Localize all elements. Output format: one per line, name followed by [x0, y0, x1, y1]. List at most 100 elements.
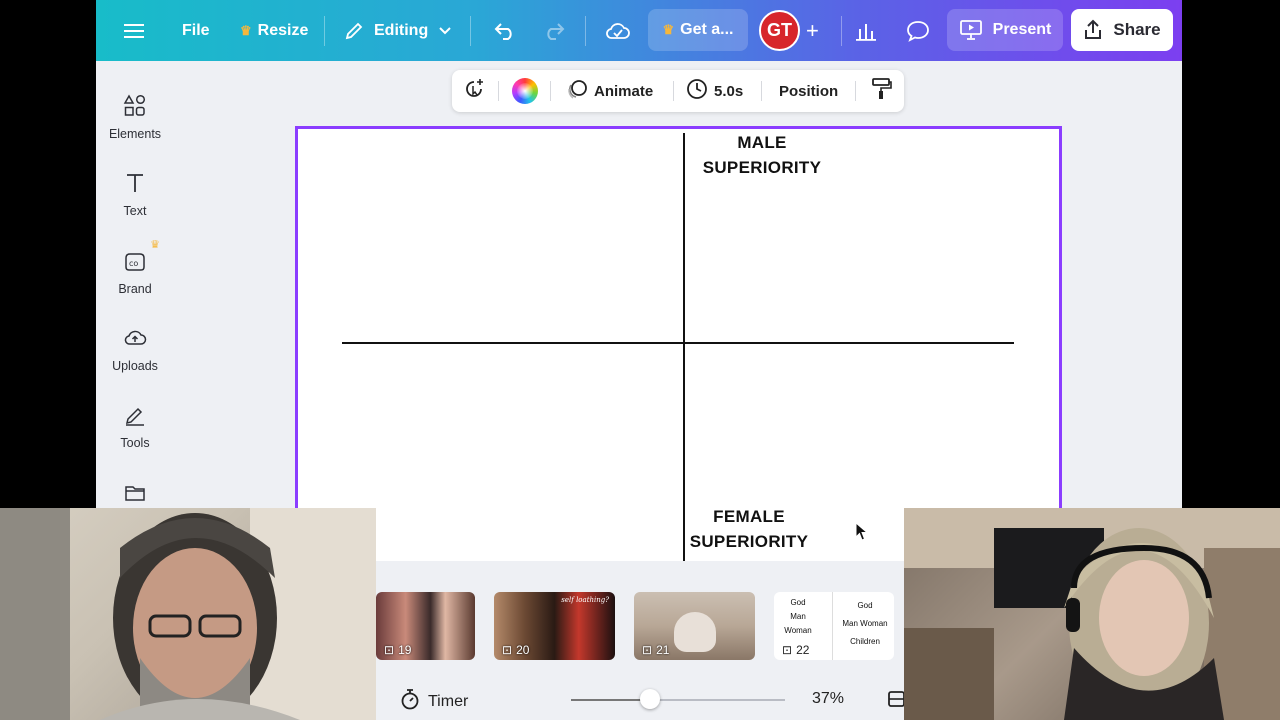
timer-label: Timer	[428, 692, 469, 710]
zoom-percentage[interactable]: 37%	[812, 690, 844, 708]
sidebar-item-label: Elements	[108, 127, 162, 141]
screen: File ♛ Resize Editing ♛ Get a... GT + Pr…	[0, 0, 1280, 720]
divider	[673, 81, 674, 101]
context-toolbar: Animate 5.0s Position	[452, 70, 904, 112]
divider	[498, 81, 499, 101]
top-axis-label[interactable]: MALE SUPERIORITY	[692, 130, 832, 180]
chevron-down-icon	[438, 26, 452, 36]
webcam-left-person	[0, 508, 376, 720]
brand-icon: co ♛	[122, 239, 160, 274]
paint-roller-icon	[870, 77, 892, 105]
hamburger-icon	[124, 23, 144, 39]
timing-button[interactable]: 5.0s	[686, 70, 743, 112]
timer-button[interactable]: Timer	[400, 688, 468, 715]
comments-button[interactable]	[906, 0, 930, 61]
duration-label: 5.0s	[714, 82, 744, 100]
text-icon	[122, 170, 148, 196]
sidebar-item-elements[interactable]: Elements	[96, 93, 174, 141]
divider	[550, 81, 551, 101]
top-label-line1: MALE	[737, 133, 787, 152]
bottom-label-line2: SUPERIORITY	[689, 532, 809, 551]
bar-chart-icon	[855, 21, 877, 41]
resize-label: Resize	[257, 21, 309, 39]
avatar-initials: GT	[767, 20, 792, 40]
divider	[324, 16, 325, 46]
editing-label: Editing	[374, 21, 429, 39]
get-pro-button[interactable]: ♛ Get a...	[648, 9, 748, 51]
zoom-slider-handle[interactable]	[640, 689, 661, 709]
pencil-icon	[344, 21, 364, 41]
resize-button[interactable]: ♛ Resize	[240, 0, 308, 61]
divider	[841, 16, 842, 46]
cloud-check-icon	[605, 21, 631, 41]
present-icon	[959, 19, 983, 41]
thumbnail-caption: self loathing?	[561, 596, 609, 604]
file-label: File	[182, 21, 210, 39]
sidebar-item-uploads[interactable]: Uploads	[96, 325, 174, 373]
slides-icon: ⊡	[642, 643, 653, 657]
animate-button[interactable]: Animate	[566, 70, 653, 112]
webcam-feed-right	[904, 508, 1280, 720]
bottom-axis-label[interactable]: FEMALE SUPERIORITY	[679, 504, 819, 554]
crown-icon: ♛	[150, 239, 160, 251]
slides-icon: ⊡	[384, 643, 395, 657]
page-thumbnail[interactable]: ⊡ 19	[376, 592, 475, 660]
cloud-save-status[interactable]	[605, 0, 631, 61]
svg-text:co: co	[129, 259, 138, 268]
sidebar-item-text[interactable]: Text	[96, 170, 174, 218]
user-avatar[interactable]: GT	[759, 10, 800, 51]
quadrant-axes	[342, 133, 1014, 563]
design-page-selected[interactable]: MALE SUPERIORITY FEMALE SUPERIORITY	[295, 126, 1062, 566]
divider	[761, 81, 762, 101]
share-label: Share	[1113, 20, 1161, 39]
copy-style-button[interactable]	[870, 70, 892, 112]
insights-button[interactable]	[855, 0, 877, 61]
comment-icon	[906, 20, 930, 42]
page-number: ⊡ 22	[782, 643, 810, 657]
share-button[interactable]: Share	[1071, 9, 1173, 51]
menu-button[interactable]	[124, 0, 144, 61]
sidebar-item-label: Brand	[118, 282, 152, 296]
webcam-right-person	[904, 508, 1280, 720]
slides-icon: ⊡	[502, 643, 513, 657]
thumb22-left-text: God Man Woman	[784, 598, 812, 635]
sidebar-item-tools[interactable]: Tools	[96, 402, 174, 450]
folder-icon	[122, 480, 148, 506]
position-label: Position	[779, 82, 839, 100]
zoom-slider[interactable]	[571, 699, 785, 701]
add-collaborator-button[interactable]: +	[806, 0, 819, 61]
sidebar-item-brand[interactable]: co ♛ Brand	[96, 239, 174, 296]
grid-view-icon[interactable]	[888, 690, 905, 708]
animate-label: Animate	[594, 82, 654, 100]
file-menu[interactable]: File	[182, 0, 210, 61]
position-button[interactable]: Position	[779, 70, 838, 112]
page-number: ⊡ 19	[384, 643, 412, 657]
zoom-slider-fill	[571, 699, 651, 701]
slides-icon: ⊡	[782, 643, 793, 657]
sidebar-item-label: Tools	[120, 436, 150, 450]
clock-icon	[686, 78, 708, 104]
editing-mode-dropdown[interactable]: Editing	[344, 0, 452, 61]
undo-button[interactable]	[493, 0, 517, 61]
page-navigator: ⊡ 19 self loathing? ⊡ 20 ⊡ 21 God Man Woman…	[376, 561, 905, 720]
redo-icon	[542, 21, 566, 41]
present-button[interactable]: Present	[947, 9, 1063, 51]
crown-icon: ♛	[662, 22, 675, 37]
redo-button[interactable]	[542, 0, 566, 61]
thumb22-right-text: God Man Woman Children	[842, 601, 888, 646]
divider	[585, 16, 586, 46]
webcam-feed-left	[0, 508, 376, 720]
page-thumbnail[interactable]: God Man Woman God Man Woman Children ⊡ 22	[774, 592, 894, 660]
divider	[855, 81, 856, 101]
replace-button[interactable]	[462, 70, 486, 112]
page-thumbnail[interactable]: ⊡ 21	[634, 592, 755, 660]
elements-icon	[122, 93, 148, 119]
bottom-label-line1: FEMALE	[713, 507, 785, 526]
page-thumbnail[interactable]: self loathing? ⊡ 20	[494, 592, 615, 660]
top-label-line2: SUPERIORITY	[702, 158, 822, 177]
top-bar: File ♛ Resize Editing ♛ Get a... GT + Pr…	[96, 0, 1182, 61]
uploads-icon	[122, 325, 148, 351]
color-picker-button[interactable]	[512, 70, 538, 112]
refresh-sparkle-icon	[462, 77, 486, 105]
sidebar-item-projects[interactable]	[96, 480, 174, 506]
